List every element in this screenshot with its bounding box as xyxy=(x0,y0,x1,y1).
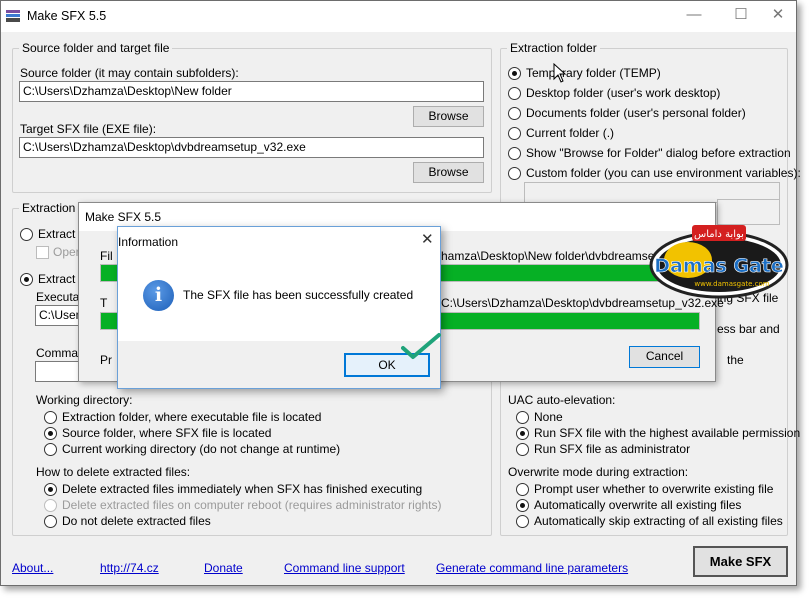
radio-circle[interactable] xyxy=(44,411,57,424)
open-checkbox[interactable] xyxy=(36,246,49,259)
checkmark-icon xyxy=(401,333,441,359)
delete-files-label: How to delete extracted files: xyxy=(36,465,191,479)
target-file-input[interactable]: C:\Users\Dzhamza\Desktop\dvbdreamsetup_v… xyxy=(19,137,484,158)
progress-label: Pr xyxy=(100,353,112,367)
radio-label: Documents folder (user's personal folder… xyxy=(526,106,746,120)
information-dialog-title: Information xyxy=(118,235,179,249)
logo-arabic-text: بوابة داماس xyxy=(694,229,744,240)
progress-file-path: hamza\Desktop\New folder\dvbdreamsetup xyxy=(441,249,672,263)
radio-label: Extraction folder, where executable file… xyxy=(62,410,322,424)
radio-circle[interactable] xyxy=(20,273,33,286)
browse-target-button[interactable]: Browse xyxy=(413,162,484,183)
radio-label: Run SFX file with the highest available … xyxy=(534,426,801,440)
radio-circle[interactable] xyxy=(44,483,57,496)
info-icon: i xyxy=(143,280,174,311)
radio-label: Source folder, where SFX file is located xyxy=(62,426,272,440)
source-label: Source folder (it may contain subfolders… xyxy=(20,66,239,80)
radio-circle[interactable] xyxy=(20,228,33,241)
damas-gate-logo: بوابة داماس Damas Gate www.damasgate.com xyxy=(648,220,790,302)
radio-label: Do not delete extracted files xyxy=(62,514,211,528)
radio-label: Current folder (.) xyxy=(526,126,615,140)
progress-file-label: Fil xyxy=(100,249,113,263)
radio-circle[interactable] xyxy=(508,67,521,80)
radio-label: Prompt user whether to overwrite existin… xyxy=(534,482,774,496)
radio-label: Extract f xyxy=(38,272,83,286)
progress-target-label: T xyxy=(100,296,108,310)
about-link[interactable]: About... xyxy=(12,561,53,575)
radio-label: Automatically skip extracting of all exi… xyxy=(534,514,783,528)
radio-label: Custom folder (you can use environment v… xyxy=(526,166,801,180)
partial-the-text: the xyxy=(727,353,744,367)
radio-label: Delete extracted files immediately when … xyxy=(62,482,423,496)
maximize-button[interactable]: ☐ xyxy=(724,3,758,27)
radio-label: Delete extracted files on computer reboo… xyxy=(62,498,442,512)
cancel-button[interactable]: Cancel xyxy=(629,346,700,368)
target-label: Target SFX file (EXE file): xyxy=(20,122,157,136)
radio-circle[interactable] xyxy=(508,87,521,100)
generate-params-link[interactable]: Generate command line parameters xyxy=(436,561,628,575)
mouse-cursor-icon xyxy=(553,63,567,83)
radio-label: Temporary folder (TEMP) xyxy=(526,66,661,80)
radio-circle[interactable] xyxy=(516,515,529,528)
radio-circle[interactable] xyxy=(44,427,57,440)
information-dialog: Information ✕ i The SFX file has been su… xyxy=(117,226,441,389)
radio-circle[interactable] xyxy=(508,167,521,180)
window-title: Make SFX 5.5 xyxy=(27,9,107,23)
radio-circle[interactable] xyxy=(508,147,521,160)
radio-label: Show "Browse for Folder" dialog before e… xyxy=(526,146,791,160)
open-checkbox-label: Oper xyxy=(53,245,80,259)
extraction-folder-label: Extraction folder xyxy=(507,41,600,55)
radio-circle[interactable] xyxy=(516,427,529,440)
browse-source-button[interactable]: Browse xyxy=(413,106,484,127)
website-link[interactable]: http://74.cz xyxy=(100,561,159,575)
information-message: The SFX file has been successfully creat… xyxy=(183,288,414,302)
information-dialog-titlebar: Information ✕ xyxy=(118,227,440,257)
radio-circle[interactable] xyxy=(44,499,57,512)
radio-circle[interactable] xyxy=(516,483,529,496)
radio-circle[interactable] xyxy=(508,127,521,140)
donate-link[interactable]: Donate xyxy=(204,561,243,575)
close-icon[interactable]: ✕ xyxy=(421,232,434,247)
make-sfx-button[interactable]: Make SFX xyxy=(693,546,788,577)
logo-brand-text: Damas Gate xyxy=(654,255,784,277)
radio-label: Automatically overwrite all existing fil… xyxy=(534,498,742,512)
damas-gate-logo-graphic: بوابة داماس Damas Gate www.damasgate.com xyxy=(649,225,789,299)
progress-dialog-title: Make SFX 5.5 xyxy=(85,210,162,224)
app-icon xyxy=(6,10,20,22)
radio-circle[interactable] xyxy=(516,499,529,512)
working-dir-label: Working directory: xyxy=(36,393,133,407)
radio-circle[interactable] xyxy=(516,443,529,456)
radio-circle[interactable] xyxy=(516,411,529,424)
radio-label: None xyxy=(534,410,563,424)
information-dialog-body: i The SFX file has been successfully cre… xyxy=(118,257,440,341)
overwrite-label: Overwrite mode during extraction: xyxy=(508,465,689,479)
partial-progress-text: ess bar and xyxy=(717,322,780,336)
source-group-label: Source folder and target file xyxy=(19,41,173,55)
radio-circle[interactable] xyxy=(44,443,57,456)
radio-label: Run SFX file as administrator xyxy=(534,442,691,456)
close-button[interactable]: ✕ xyxy=(761,3,795,27)
radio-circle[interactable] xyxy=(508,107,521,120)
source-folder-input[interactable]: C:\Users\Dzhamza\Desktop\New folder xyxy=(19,81,484,102)
radio-label: Desktop folder (user's work desktop) xyxy=(526,86,721,100)
radio-circle[interactable] xyxy=(44,515,57,528)
minimize-button[interactable]: — xyxy=(677,3,711,27)
title-bar: Make SFX 5.5 — ☐ ✕ xyxy=(1,1,796,32)
logo-url-text: www.damasgate.com xyxy=(694,280,769,288)
uac-label: UAC auto-elevation: xyxy=(508,393,616,407)
radio-label: Extract f xyxy=(38,227,83,241)
executable-label: Executa xyxy=(36,290,80,304)
radio-label: Current working directory (do not change… xyxy=(62,442,341,456)
command-line-support-link[interactable]: Command line support xyxy=(284,561,405,575)
